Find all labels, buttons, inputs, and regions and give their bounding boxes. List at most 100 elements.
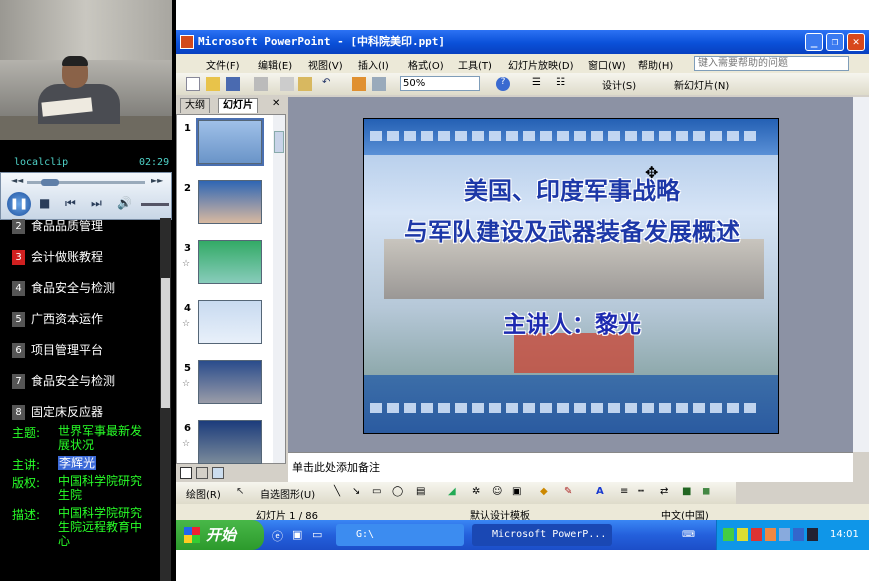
notes-pane[interactable]: 单击此处添加备注 <box>288 452 853 482</box>
forward-icon[interactable]: ►► <box>151 176 163 185</box>
slide-thumbnail[interactable]: 5 ☆ <box>177 355 277 411</box>
3d-icon[interactable]: ◼ <box>702 486 710 497</box>
task-powerpoint[interactable]: Microsoft PowerP... <box>472 524 612 546</box>
list-item[interactable]: 4 食品安全与检测 <box>0 276 160 304</box>
line-style-icon[interactable]: ≡ <box>620 486 628 497</box>
start-button[interactable]: 开始 <box>176 520 264 550</box>
tab-slides[interactable]: 幻灯片 <box>218 98 258 113</box>
task-explorer[interactable]: G:\ <box>336 524 464 546</box>
menu-item[interactable]: 插入(I) <box>358 57 389 72</box>
seek-knob[interactable] <box>41 179 59 186</box>
help-icon[interactable]: ? <box>496 77 510 91</box>
volume-icon[interactable]: 🔊 <box>117 196 132 210</box>
ie-icon[interactable]: ⓔ <box>272 528 283 544</box>
normal-view-icon[interactable] <box>180 467 192 479</box>
clip-info-row: localclip 02:29 <box>0 157 172 171</box>
save-icon[interactable] <box>226 77 240 91</box>
tray-icon-5[interactable] <box>779 528 790 541</box>
copy-icon[interactable] <box>280 77 294 91</box>
wordart-icon[interactable]: ◢ <box>448 486 456 497</box>
arrow-style-icon[interactable]: ⇄ <box>660 486 668 497</box>
slide-title-line2[interactable]: 与军队建设及武器装备发展概述 <box>364 212 778 247</box>
desktop-icon[interactable]: ▣ <box>292 528 302 541</box>
minimize-button[interactable]: _ <box>805 33 823 51</box>
tray-icon-1[interactable] <box>723 528 734 541</box>
oval-icon[interactable]: ◯ <box>392 486 403 497</box>
slide-speaker[interactable]: 主讲人：黎光 <box>364 305 778 339</box>
diagram-icon[interactable]: ✲ <box>472 486 480 497</box>
zoom-select[interactable]: 50% <box>400 76 480 91</box>
sorter-view-icon[interactable] <box>196 467 208 479</box>
picture-icon[interactable]: ▣ <box>512 486 521 497</box>
draw-menu[interactable]: 绘图(R) <box>186 486 221 501</box>
menu-item[interactable]: 编辑(E) <box>258 57 292 72</box>
title-bar[interactable]: Microsoft PowerPoint - [中科院美印.ppt] _ ❐ ✕ <box>176 30 869 54</box>
menu-item[interactable]: 帮助(H) <box>638 57 673 72</box>
menu-item[interactable]: 视图(V) <box>308 57 343 72</box>
pane-close-icon[interactable]: ✕ <box>272 98 280 109</box>
previous-icon[interactable]: ⏮ <box>65 196 76 211</box>
list-item[interactable]: 7 食品安全与检测 <box>0 369 160 397</box>
clipart-icon[interactable]: ☺ <box>492 486 502 497</box>
tab-outline[interactable]: 大纲 <box>180 98 210 113</box>
autoshape-menu[interactable]: 自选图形(U) <box>260 486 315 501</box>
indent-icon[interactable]: ☷ <box>556 77 570 91</box>
slide-thumbnail[interactable]: 6 ☆ <box>177 415 277 471</box>
textbox-icon[interactable]: ▤ <box>416 486 425 497</box>
slide-scrollbar[interactable] <box>853 97 869 452</box>
slide-canvas[interactable]: 美国、印度军事战略 与军队建设及武器装备发展概述 主讲人：黎光 <box>363 118 779 434</box>
keyboard-icon[interactable]: ⌨ <box>682 530 695 540</box>
close-button[interactable]: ✕ <box>847 33 865 51</box>
slide-title-line1[interactable]: 美国、印度军事战略 <box>364 171 778 206</box>
video-frame[interactable] <box>0 0 172 140</box>
list-item[interactable]: 2 食品品质管理 <box>0 214 160 242</box>
slide-thumbnail[interactable]: 4 ☆ <box>177 295 277 351</box>
media-icon[interactable]: ▭ <box>312 528 322 541</box>
next-icon[interactable]: ⏭ <box>91 196 102 211</box>
tray-icon-7[interactable] <box>807 528 818 541</box>
list-item[interactable]: 6 项目管理平台 <box>0 338 160 366</box>
stop-icon[interactable]: ■ <box>39 196 50 210</box>
list-item[interactable]: 3 会计做账教程 <box>0 245 160 273</box>
shadow-icon[interactable]: ■ <box>682 486 691 497</box>
restore-button[interactable]: ❐ <box>826 33 844 51</box>
tray-icon-2[interactable] <box>737 528 748 541</box>
tray-icon-3[interactable] <box>751 528 762 541</box>
arrow-icon[interactable]: ↘ <box>352 486 360 497</box>
new-file-icon[interactable] <box>186 77 200 91</box>
select-pointer-icon[interactable]: ↖ <box>236 486 244 497</box>
line-icon[interactable]: ╲ <box>334 486 340 497</box>
pause-button[interactable]: ❚❚ <box>7 192 31 216</box>
rewind-icon[interactable]: ◄◄ <box>11 176 23 185</box>
paste-icon[interactable] <box>298 77 312 91</box>
chart-icon[interactable] <box>352 77 366 91</box>
undo-icon[interactable]: ↶ <box>322 77 336 91</box>
tray-icon-6[interactable] <box>793 528 804 541</box>
rectangle-icon[interactable]: ▭ <box>372 486 381 497</box>
slide-thumbnail[interactable]: 2 <box>177 175 277 231</box>
seek-bar[interactable]: ◄◄ ►► <box>11 176 163 186</box>
list-item[interactable]: 5 广西资本运作 <box>0 307 160 335</box>
slide-thumbnail[interactable]: 3 ☆ <box>177 235 277 291</box>
new-slide-button[interactable]: 新幻灯片(N) <box>674 77 729 92</box>
tray-icon-4[interactable] <box>765 528 776 541</box>
dash-style-icon[interactable]: ┅ <box>638 486 644 497</box>
menu-item[interactable]: 工具(T) <box>458 57 492 72</box>
menu-item[interactable]: 幻灯片放映(D) <box>508 57 574 72</box>
line-color-icon[interactable]: ✎ <box>564 486 572 497</box>
list-scrollbar[interactable] <box>160 218 171 581</box>
menu-item[interactable]: 窗口(W) <box>588 57 626 72</box>
fill-color-icon[interactable]: ◆ <box>540 486 548 497</box>
menu-item[interactable]: 文件(F) <box>206 57 240 72</box>
print-icon[interactable] <box>254 77 268 91</box>
help-input[interactable]: 键入需要帮助的问题 <box>694 56 849 71</box>
font-color-icon[interactable]: A <box>596 486 604 497</box>
design-button[interactable]: 设计(S) <box>602 77 636 92</box>
table-icon[interactable] <box>372 77 386 91</box>
slide-thumbnail[interactable]: 1 <box>177 115 277 171</box>
slideshow-icon[interactable] <box>212 467 224 479</box>
bullets-icon[interactable]: ☰ <box>532 77 546 91</box>
menu-item[interactable]: 格式(O) <box>408 57 444 72</box>
open-folder-icon[interactable] <box>206 77 220 91</box>
volume-slider[interactable] <box>141 203 169 206</box>
